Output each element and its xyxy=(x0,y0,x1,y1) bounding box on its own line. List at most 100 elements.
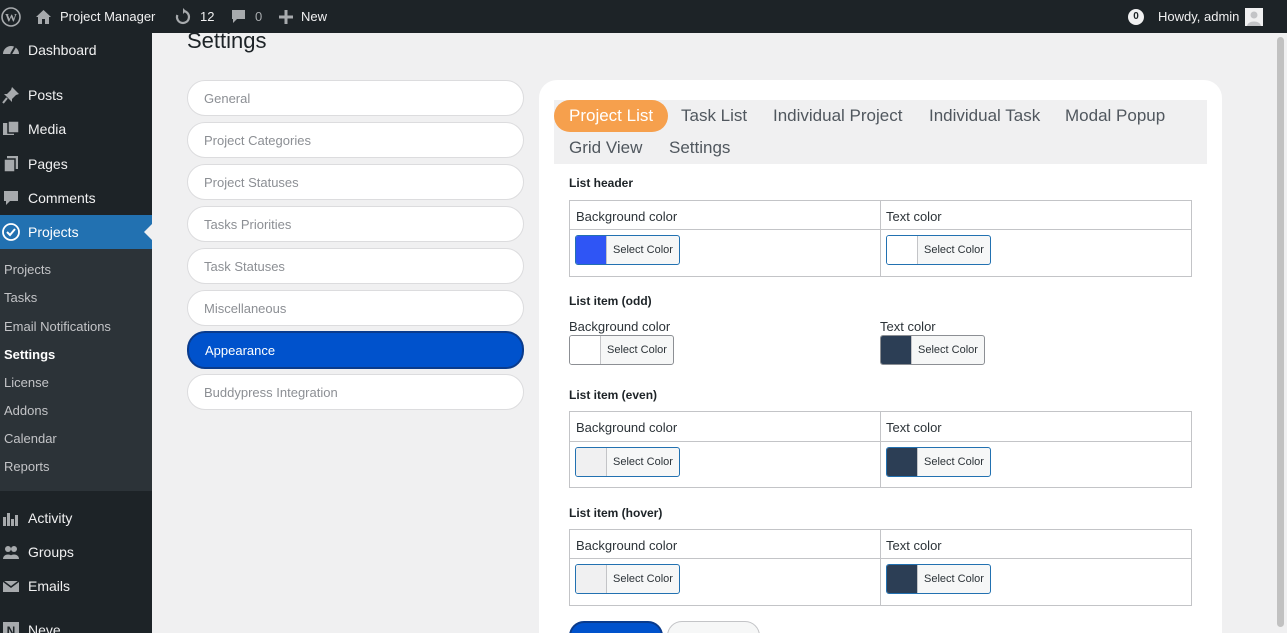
site-name: Project Manager xyxy=(60,9,156,24)
sidebar-item-dashboard[interactable]: Dashboard xyxy=(0,33,152,67)
settings-nav-project-categories[interactable]: Project Categories xyxy=(187,122,524,158)
select-color-label: Select Color xyxy=(924,244,984,256)
pages-icon xyxy=(1,154,21,174)
select-color-label: Select Color xyxy=(918,344,978,356)
media-icon xyxy=(1,119,21,139)
sidebar-item-neve[interactable]: N Neve xyxy=(0,613,152,633)
sidebar-item-label: Neve xyxy=(28,622,61,633)
submenu-item-reports[interactable]: Reports xyxy=(4,459,50,474)
select-color-label: Select Color xyxy=(924,456,984,468)
svg-text:N: N xyxy=(7,624,16,633)
color-swatch xyxy=(887,236,918,264)
list-even-text-color-picker[interactable]: Select Color xyxy=(886,447,991,477)
envelope-icon xyxy=(1,576,21,596)
list-hover-color-table: Background color Text color Select Color… xyxy=(569,529,1192,606)
settings-nav-tasks-priorities[interactable]: Tasks Priorities xyxy=(187,206,524,242)
list-header-bg-color-picker[interactable]: Select Color xyxy=(575,235,680,265)
settings-nav-general[interactable]: General xyxy=(187,80,524,116)
new-label: New xyxy=(301,9,328,24)
tab-project-list[interactable]: Project List xyxy=(554,100,669,132)
submenu-item-projects[interactable]: Projects xyxy=(4,262,51,277)
background-color-label: Background color xyxy=(576,209,678,224)
tab-grid-view[interactable]: Grid View xyxy=(569,132,642,164)
sidebar-item-projects[interactable]: Projects xyxy=(0,215,152,249)
sidebar-item-comments[interactable]: Comments xyxy=(0,181,152,215)
settings-nav-appearance[interactable]: Appearance xyxy=(187,331,524,369)
tab-settings[interactable]: Settings xyxy=(669,132,730,164)
submenu-item-license[interactable]: License xyxy=(4,375,49,390)
notifications-count: 0 xyxy=(1128,8,1144,25)
plus-icon xyxy=(279,9,293,24)
settings-nav-project-statuses[interactable]: Project Statuses xyxy=(187,164,524,200)
submenu-item-addons[interactable]: Addons xyxy=(4,403,48,418)
home-icon xyxy=(35,9,52,25)
color-swatch xyxy=(570,336,601,364)
section-title-list-even: List item (even) xyxy=(569,388,658,402)
list-odd-text-color-picker[interactable]: Select Color xyxy=(880,335,985,365)
settings-nav-miscellaneous[interactable]: Miscellaneous xyxy=(187,290,524,326)
select-color-label: Select Color xyxy=(613,573,673,585)
notifications-badge[interactable]: 0 xyxy=(1128,0,1144,33)
sidebar-item-pages[interactable]: Pages xyxy=(0,147,152,181)
section-title-list-hover: List item (hover) xyxy=(569,506,663,520)
refresh-icon xyxy=(174,7,192,26)
sidebar-item-posts[interactable]: Posts xyxy=(0,78,152,112)
sidebar-item-emails[interactable]: Emails xyxy=(0,569,152,603)
projects-submenu: Projects Tasks Email Notifications Setti… xyxy=(0,249,152,491)
background-color-label: Background color xyxy=(576,420,678,435)
text-color-label: Text color xyxy=(886,209,942,224)
page-title: Settings xyxy=(187,28,267,53)
select-color-label: Select Color xyxy=(607,344,667,356)
submenu-item-tasks[interactable]: Tasks xyxy=(4,290,37,305)
tab-individual-task[interactable]: Individual Task xyxy=(929,100,1040,132)
list-hover-text-color-picker[interactable]: Select Color xyxy=(886,564,991,594)
settings-nav-task-statuses[interactable]: Task Statuses xyxy=(187,248,524,284)
dashboard-icon xyxy=(1,40,21,60)
background-color-label: Background color xyxy=(576,538,678,553)
color-swatch xyxy=(887,448,918,476)
tab-individual-project[interactable]: Individual Project xyxy=(773,100,902,132)
list-hover-bg-color-picker[interactable]: Select Color xyxy=(575,564,680,594)
tab-modal-popup[interactable]: Modal Popup xyxy=(1065,100,1165,132)
list-even-bg-color-picker[interactable]: Select Color xyxy=(575,447,680,477)
list-header-color-table: Background color Text color Select Color… xyxy=(569,200,1192,277)
new-content-link[interactable]: New xyxy=(279,0,327,33)
submenu-item-calendar[interactable]: Calendar xyxy=(4,431,57,446)
sidebar-item-activity[interactable]: Activity xyxy=(0,501,152,535)
reset-button[interactable] xyxy=(667,621,760,633)
sidebar-item-label: Emails xyxy=(28,578,71,594)
groups-icon xyxy=(1,542,21,562)
tab-task-list[interactable]: Task List xyxy=(681,100,747,132)
sidebar-item-label: Projects xyxy=(28,224,79,240)
updates-count: 12 xyxy=(200,9,215,24)
sidebar-item-media[interactable]: Media xyxy=(0,112,152,146)
sidebar-item-groups[interactable]: Groups xyxy=(0,535,152,569)
color-swatch xyxy=(576,565,607,593)
list-odd-bg-color-picker[interactable]: Select Color xyxy=(569,335,674,365)
wordpress-logo-icon[interactable]: W xyxy=(1,0,21,33)
scrollbar-thumb[interactable] xyxy=(1277,37,1284,627)
list-header-text-color-picker[interactable]: Select Color xyxy=(886,235,991,265)
settings-nav-buddypress-integration[interactable]: Buddypress Integration xyxy=(187,374,524,410)
color-swatch xyxy=(881,336,912,364)
sidebar-item-label: Media xyxy=(28,121,67,137)
submenu-item-email-notifications[interactable]: Email Notifications xyxy=(4,319,111,334)
avatar xyxy=(1245,7,1264,26)
pushpin-icon xyxy=(1,85,21,105)
sidebar-item-label: Activity xyxy=(28,510,73,526)
check-circle-icon xyxy=(1,222,21,242)
save-button[interactable] xyxy=(569,621,663,633)
comment-bubble-icon xyxy=(231,9,246,24)
site-name-link[interactable]: Project Manager xyxy=(35,0,155,33)
appearance-tabs: Project List Task List Individual Projec… xyxy=(554,100,1207,164)
sidebar-item-label: Comments xyxy=(28,190,96,206)
activity-icon xyxy=(1,508,21,528)
page-scrollbar[interactable] xyxy=(1274,33,1287,633)
text-color-label: Text color xyxy=(880,319,936,334)
sidebar-item-label: Posts xyxy=(28,87,64,103)
greeting: Howdy, admin xyxy=(1158,9,1240,24)
my-account-link[interactable]: Howdy, admin xyxy=(1158,0,1264,33)
sidebar-item-label: Groups xyxy=(28,544,74,560)
comment-icon xyxy=(1,188,21,208)
submenu-item-settings[interactable]: Settings xyxy=(4,347,55,362)
